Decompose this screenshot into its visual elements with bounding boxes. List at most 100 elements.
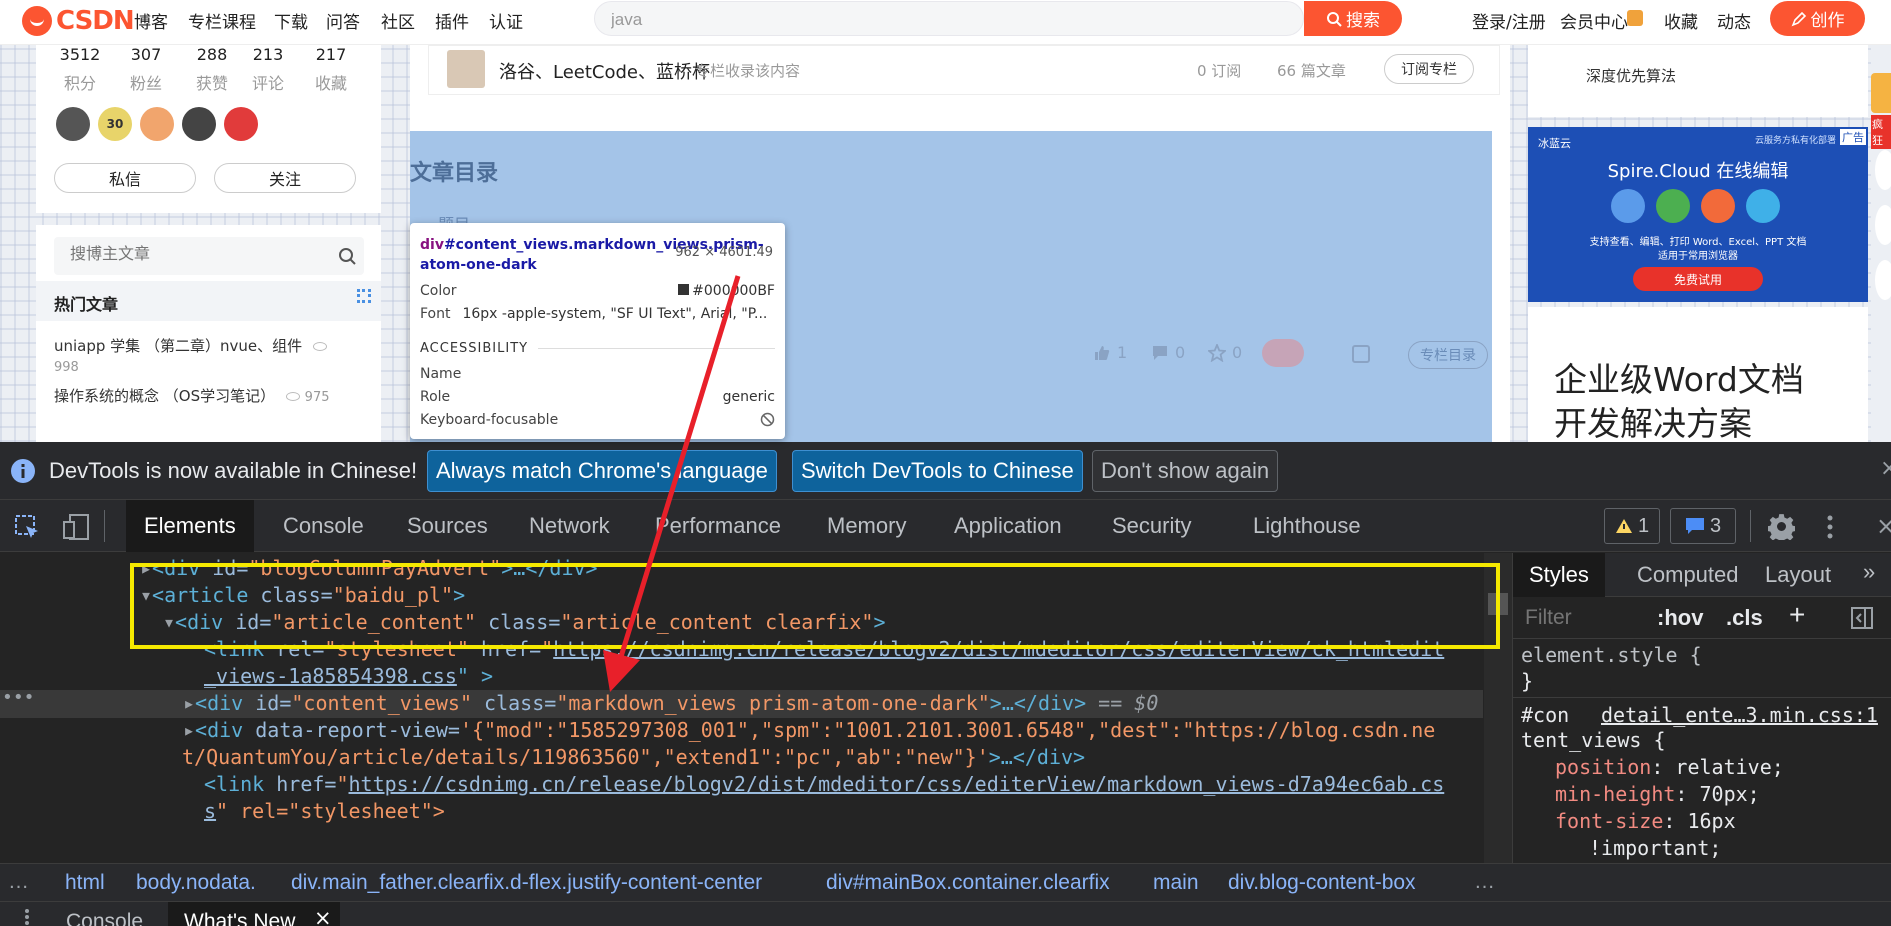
ad-tag[interactable]: 广告: [1840, 129, 1866, 145]
dom-node-content-views[interactable]: ▸<div id="content_views" class="markdown…: [183, 690, 1158, 716]
breadcrumb-blog-content-box[interactable]: div.blog-content-box: [1228, 871, 1416, 895]
class-toggle[interactable]: .cls: [1726, 605, 1763, 631]
warnings-counter[interactable]: 1: [1604, 508, 1660, 544]
login-register-link[interactable]: 登录/注册: [1472, 8, 1546, 33]
nav-download[interactable]: 下载: [274, 8, 308, 33]
nav-community[interactable]: 社区: [381, 8, 415, 33]
row-ellipsis-icon[interactable]: •••: [2, 687, 35, 708]
close-devtools-icon[interactable]: ×: [1876, 512, 1891, 540]
writer-badge-icon[interactable]: [224, 107, 258, 141]
tab-layout[interactable]: Layout: [1753, 553, 1843, 597]
breadcrumb-overflow-right-icon[interactable]: …: [1474, 870, 1495, 894]
add-rule-icon[interactable]: +: [1789, 599, 1805, 631]
blog-search-input[interactable]: [54, 237, 314, 273]
tab-application[interactable]: Application: [936, 500, 1080, 552]
ad-desc-2: 适用于常用浏览器: [1658, 251, 1738, 262]
close-tab-icon[interactable]: ×: [314, 906, 332, 926]
toggle-sidebar-icon[interactable]: [1851, 607, 1873, 629]
markdown-css-link[interactable]: https://csdnimg.cn/release/blogv2/dist/m…: [349, 772, 1445, 796]
dom-node-link-markdown-views[interactable]: <link href="https://csdnimg.cn/release/b…: [204, 771, 1444, 797]
hover-state-toggle[interactable]: :hov: [1657, 605, 1703, 631]
breadcrumb-html[interactable]: html: [65, 871, 105, 895]
vip-center-link[interactable]: 会员中心: [1560, 8, 1628, 33]
drawer-tab-console[interactable]: Console: [66, 910, 143, 926]
nav-plugins[interactable]: 插件: [435, 8, 469, 33]
tab-sources[interactable]: Sources: [389, 500, 506, 552]
nav-courses[interactable]: 专栏课程: [188, 8, 256, 33]
device-toolbar-icon[interactable]: [62, 514, 90, 540]
tab-performance[interactable]: Performance: [637, 500, 799, 552]
more-tabs-icon[interactable]: »: [1863, 559, 1875, 585]
hot-article-2[interactable]: 操作系统的概念 （OS学习笔记） 975: [54, 385, 330, 406]
css-prop-font-size[interactable]: font-size: 16px: [1555, 809, 1736, 833]
nav-certification[interactable]: 认证: [489, 8, 523, 33]
settings-gear-icon[interactable]: [1768, 513, 1795, 540]
thirty-days-badge-icon[interactable]: 30: [98, 107, 132, 141]
site-search-input[interactable]: [595, 2, 1175, 38]
element-style-rule[interactable]: element.style {: [1521, 643, 1702, 667]
follow-button[interactable]: 关注: [214, 163, 356, 193]
hex-badge-icon[interactable]: [182, 107, 216, 141]
csdn-logo[interactable]: CSDN: [22, 6, 135, 36]
subscribe-column-button[interactable]: 订阅专栏: [1384, 54, 1474, 84]
search-icon[interactable]: [338, 247, 356, 265]
tab-lighthouse[interactable]: Lighthouse: [1235, 500, 1379, 552]
site-search-button[interactable]: 搜索: [1304, 1, 1402, 36]
nav-qa[interactable]: 问答: [326, 8, 360, 33]
tab-styles[interactable]: Styles: [1513, 553, 1605, 597]
breadcrumb-mainbox[interactable]: div#mainBox.container.clearfix: [826, 871, 1110, 895]
rule-source-link[interactable]: detail_ente…3.min.css:1: [1601, 703, 1878, 727]
share-icon[interactable]: [1352, 345, 1370, 363]
column-toc-button[interactable]: 专栏目录: [1408, 341, 1488, 369]
switch-to-chinese-button[interactable]: Switch DevTools to Chinese: [792, 450, 1083, 492]
styles-filter-input[interactable]: [1519, 603, 1641, 633]
expand-icon[interactable]: [357, 289, 371, 303]
close-infobar-icon[interactable]: ×: [1880, 456, 1891, 481]
achievement-badge-icon[interactable]: [140, 107, 174, 141]
inspect-element-icon[interactable]: [14, 514, 40, 540]
ad-free-trial-button[interactable]: 免费试用: [1633, 267, 1763, 291]
comment-action[interactable]: 0: [1151, 343, 1185, 362]
private-message-button[interactable]: 私信: [54, 163, 196, 193]
promo-card[interactable]: 企业级Word文档 开发解决方案: [1528, 307, 1868, 443]
breadcrumb-main-father[interactable]: div.main_father.clearfix.d-flex.justify-…: [291, 871, 762, 895]
breadcrumb-main[interactable]: main: [1153, 871, 1199, 895]
edge-button-3[interactable]: [1875, 260, 1891, 300]
stat-fans[interactable]: 307 粉丝: [116, 45, 176, 94]
activity-link[interactable]: 动态: [1717, 8, 1751, 33]
tab-network[interactable]: Network: [511, 500, 628, 552]
tooltip-font-row: Font 16px -apple-system, "SF UI Text", A…: [420, 306, 768, 322]
game-icon[interactable]: [1871, 73, 1891, 113]
hot-article-1[interactable]: uniapp 学集 （第二章）nvue、组件 998: [54, 335, 327, 375]
tab-memory[interactable]: Memory: [809, 500, 924, 552]
right-list-item[interactable]: 深度优先算法: [1586, 65, 1676, 86]
star-action[interactable]: 0: [1208, 343, 1242, 362]
breadcrumb-body[interactable]: body.nodata.: [136, 871, 256, 895]
github-badge-icon[interactable]: [56, 107, 90, 141]
edge-button-2[interactable]: [1875, 205, 1891, 245]
column-avatar[interactable]: [447, 50, 485, 88]
dom-node-data-report-view[interactable]: ▸<div data-report-view='{"mod":"15852973…: [183, 717, 1435, 743]
nav-blog[interactable]: 博客: [134, 8, 168, 33]
dont-show-again-button[interactable]: Don't show again: [1092, 450, 1279, 492]
drawer-menu-icon[interactable]: [24, 908, 30, 926]
drawer-tab-whats-new[interactable]: What's New ×: [168, 902, 340, 926]
match-language-button[interactable]: Always match Chrome's language: [427, 450, 777, 492]
rule-selector[interactable]: #con: [1521, 703, 1569, 727]
tab-security[interactable]: Security: [1094, 500, 1209, 552]
create-button[interactable]: 创作: [1770, 1, 1865, 36]
tab-console[interactable]: Console: [265, 500, 382, 552]
breadcrumb-overflow-left-icon[interactable]: …: [8, 870, 29, 894]
tab-computed[interactable]: Computed: [1625, 553, 1751, 597]
messages-counter[interactable]: 3: [1670, 508, 1736, 544]
more-options-icon[interactable]: [1826, 514, 1834, 540]
edge-button-1[interactable]: [1875, 150, 1891, 190]
css-prop-min-height[interactable]: min-height: 70px;: [1555, 782, 1760, 806]
column-name[interactable]: 洛谷、LeetCode、蓝桥杯: [499, 58, 710, 84]
reward-icon[interactable]: [1262, 339, 1304, 367]
css-prop-position[interactable]: position: relative;: [1555, 755, 1784, 779]
tab-elements[interactable]: Elements: [126, 500, 254, 552]
spire-cloud-ad[interactable]: 冰蓝云 云服务方私有化部署 广告 Spire.Cloud 在线编辑 支持查看、编…: [1528, 127, 1868, 302]
favorites-link[interactable]: 收藏: [1664, 8, 1698, 33]
like-action[interactable]: 1: [1093, 343, 1127, 362]
